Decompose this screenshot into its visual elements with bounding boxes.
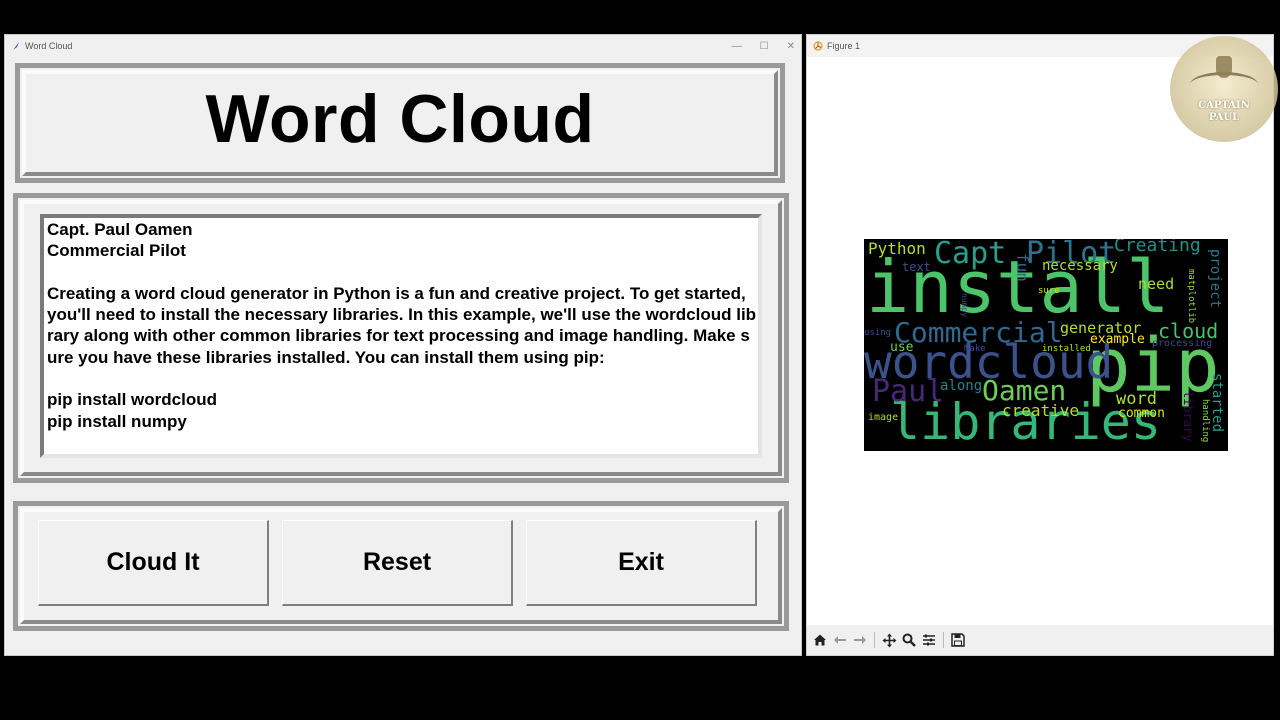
- word-example: example: [1090, 332, 1145, 347]
- word-need: need: [1138, 275, 1175, 293]
- word-image: image: [868, 412, 899, 423]
- close-icon[interactable]: ✕: [787, 41, 795, 52]
- word-cloud-window: Word Cloud — ☐ ✕ Word Cloud Capt. Paul O…: [4, 34, 802, 656]
- captain-paul-badge: CAPTAIN PAUL: [1170, 36, 1278, 142]
- word-using: using: [864, 328, 892, 338]
- word-capt: Capt: [934, 239, 1007, 271]
- pan-icon[interactable]: [880, 631, 898, 649]
- word-fun: fun: [1013, 253, 1032, 282]
- save-icon[interactable]: [949, 631, 967, 649]
- word-cloud-image: install pip wordcloud libraries Commercial Ca…: [864, 239, 1228, 451]
- figure-title: Figure 1: [827, 41, 861, 51]
- word-paul: Paul: [872, 374, 945, 409]
- badge-wings: [1190, 72, 1258, 97]
- maximize-icon[interactable]: ☐: [760, 41, 769, 52]
- word-installed: installed: [1042, 344, 1091, 354]
- word-text: text: [902, 260, 931, 274]
- word-started: started: [1209, 373, 1225, 433]
- feather-icon: [13, 42, 19, 50]
- reset-button[interactable]: Reset: [282, 520, 513, 606]
- button-frame: Cloud It Reset Exit: [13, 501, 789, 631]
- title-frame: Word Cloud: [15, 63, 785, 183]
- word-library: library: [1181, 391, 1195, 442]
- forward-arrow-icon[interactable]: [851, 631, 869, 649]
- figure-toolbar: [807, 625, 1273, 655]
- zoom-icon[interactable]: [900, 631, 918, 649]
- app-title: Word Cloud: [205, 81, 595, 157]
- toolbar-separator: [874, 632, 875, 648]
- cloud-it-button[interactable]: Cloud It: [38, 520, 269, 606]
- matplotlib-icon: [813, 41, 823, 51]
- word-python: Python: [868, 239, 926, 258]
- word-along: along: [940, 378, 983, 394]
- word-commercial: Commercial: [894, 316, 1063, 349]
- window-title: Word Cloud: [25, 41, 73, 51]
- exit-button[interactable]: Exit: [526, 520, 757, 606]
- text-frame: Capt. Paul Oamen Commercial Pilot Creati…: [13, 193, 789, 483]
- word-creating: Creating: [1114, 239, 1201, 256]
- badge-line1: CAPTAIN: [1198, 100, 1250, 111]
- word-make: Make: [964, 344, 986, 354]
- word-numpy: numpy: [960, 293, 969, 318]
- word-necessary: necessary: [1042, 258, 1118, 274]
- configure-subplots-icon[interactable]: [920, 631, 938, 649]
- word-handling: handling: [1200, 399, 1210, 443]
- word-sure: sure: [1038, 286, 1060, 296]
- figure-canvas: install pip wordcloud libraries Commercial Ca…: [807, 57, 1273, 627]
- badge-line2: PAUL: [1208, 112, 1240, 123]
- word-processing: processing: [1152, 338, 1213, 349]
- toolbar-separator: [943, 632, 944, 648]
- word-common: common: [1118, 406, 1165, 421]
- window-titlebar: Word Cloud — ☐ ✕: [5, 35, 801, 57]
- word-creative: creative: [1002, 401, 1080, 420]
- home-icon[interactable]: [811, 631, 829, 649]
- window-controls: — ☐ ✕: [732, 35, 795, 57]
- text-input-area[interactable]: Capt. Paul Oamen Commercial Pilot Creati…: [40, 214, 762, 458]
- back-arrow-icon[interactable]: [831, 631, 849, 649]
- word-matplotlib: matplotlib: [1186, 269, 1196, 324]
- word-use: use: [890, 340, 914, 355]
- minimize-icon[interactable]: —: [732, 41, 742, 52]
- word-project: project: [1207, 249, 1223, 309]
